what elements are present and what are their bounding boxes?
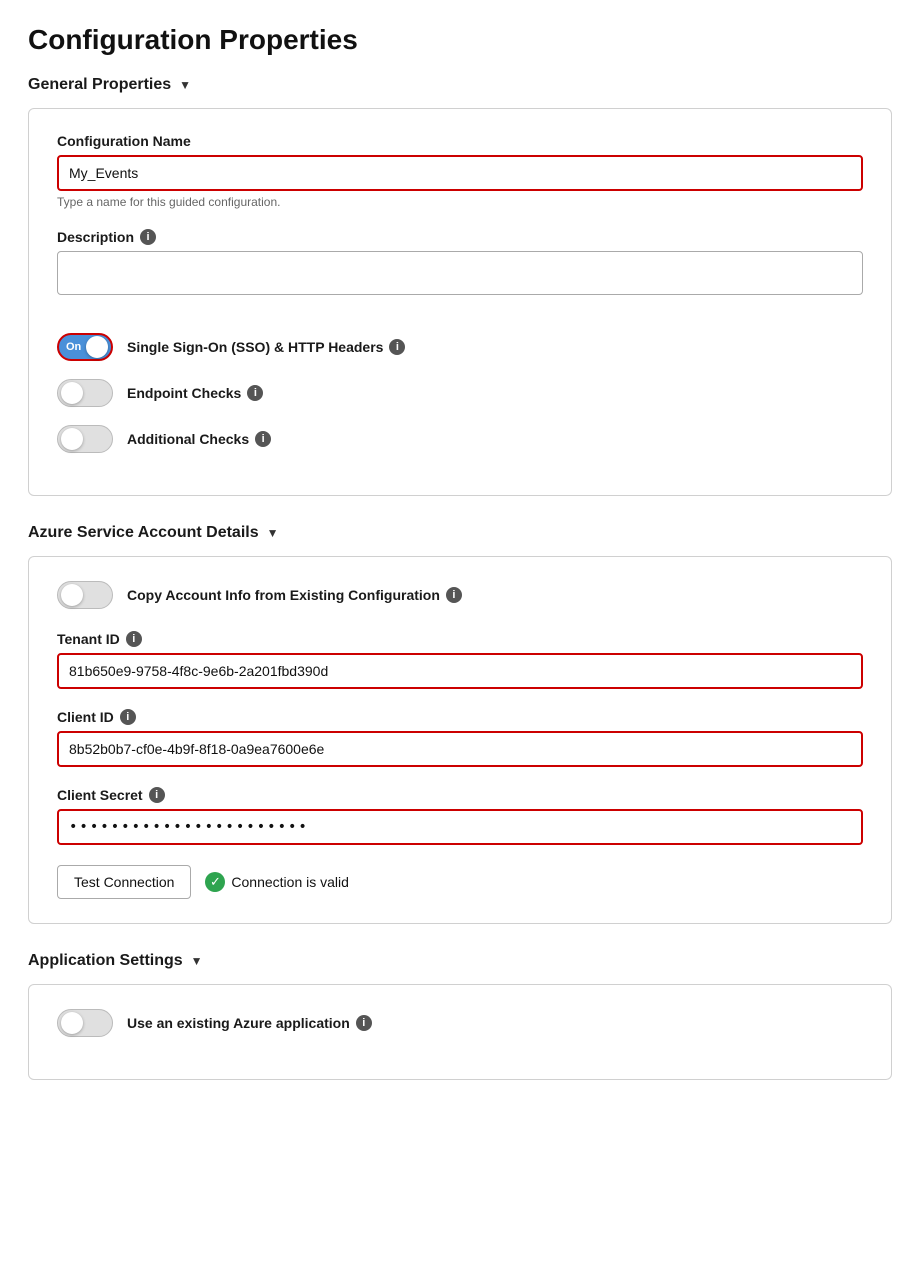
use-existing-toggle[interactable] bbox=[57, 1009, 113, 1037]
general-properties-chevron: ▼ bbox=[179, 78, 191, 92]
config-name-input-wrapper bbox=[57, 155, 863, 191]
azure-section-chevron: ▼ bbox=[267, 526, 279, 540]
sso-label: Single Sign-On (SSO) & HTTP Headers i bbox=[127, 339, 405, 355]
test-connection-row: Test Connection ✓ Connection is valid bbox=[57, 865, 863, 899]
client-secret-input[interactable] bbox=[57, 809, 863, 845]
client-secret-label: Client Secret i bbox=[57, 787, 863, 803]
application-settings-card: Use an existing Azure application i bbox=[28, 984, 892, 1080]
test-connection-button[interactable]: Test Connection bbox=[57, 865, 191, 899]
tenant-id-block: Tenant ID i bbox=[57, 631, 863, 689]
config-name-block: Configuration Name Type a name for this … bbox=[57, 133, 863, 209]
connection-valid-icon: ✓ bbox=[205, 872, 225, 892]
client-id-label: Client ID i bbox=[57, 709, 863, 725]
endpoint-checks-knob bbox=[61, 382, 83, 404]
copy-account-knob bbox=[61, 584, 83, 606]
copy-account-toggle[interactable] bbox=[57, 581, 113, 609]
connection-status-text: Connection is valid bbox=[231, 874, 349, 890]
tenant-id-info-icon: i bbox=[126, 631, 142, 647]
endpoint-checks-info-icon: i bbox=[247, 385, 263, 401]
general-properties-label: General Properties bbox=[28, 76, 171, 94]
app-settings-chevron: ▼ bbox=[191, 954, 203, 968]
endpoint-checks-toggle[interactable] bbox=[57, 379, 113, 407]
copy-account-label: Copy Account Info from Existing Configur… bbox=[127, 587, 462, 603]
client-id-block: Client ID i bbox=[57, 709, 863, 767]
app-settings-section-header[interactable]: Application Settings ▼ bbox=[28, 952, 892, 970]
tenant-id-input[interactable] bbox=[57, 653, 863, 689]
use-existing-label: Use an existing Azure application i bbox=[127, 1015, 372, 1031]
sso-toggle-row: On Single Sign-On (SSO) & HTTP Headers i bbox=[57, 333, 863, 361]
client-id-input[interactable] bbox=[57, 731, 863, 767]
description-input[interactable] bbox=[57, 251, 863, 295]
use-existing-knob bbox=[61, 1012, 83, 1034]
client-secret-block: Client Secret i bbox=[57, 787, 863, 845]
sso-info-icon: i bbox=[389, 339, 405, 355]
sso-toggle-knob bbox=[86, 336, 108, 358]
additional-checks-toggle[interactable] bbox=[57, 425, 113, 453]
general-properties-section-header[interactable]: General Properties ▼ bbox=[28, 76, 892, 94]
tenant-id-label: Tenant ID i bbox=[57, 631, 863, 647]
azure-section-header[interactable]: Azure Service Account Details ▼ bbox=[28, 524, 892, 542]
azure-section-label: Azure Service Account Details bbox=[28, 524, 259, 542]
use-existing-toggle-row: Use an existing Azure application i bbox=[57, 1009, 863, 1037]
description-info-icon: i bbox=[140, 229, 156, 245]
config-name-hint: Type a name for this guided configuratio… bbox=[57, 195, 863, 209]
endpoint-checks-toggle-row: Endpoint Checks i bbox=[57, 379, 863, 407]
azure-service-card: Copy Account Info from Existing Configur… bbox=[28, 556, 892, 924]
config-name-input[interactable] bbox=[57, 155, 863, 191]
config-name-label: Configuration Name bbox=[57, 133, 863, 149]
description-label: Description i bbox=[57, 229, 863, 245]
page-title: Configuration Properties bbox=[28, 24, 892, 56]
use-existing-info-icon: i bbox=[356, 1015, 372, 1031]
additional-checks-info-icon: i bbox=[255, 431, 271, 447]
app-settings-label: Application Settings bbox=[28, 952, 183, 970]
general-properties-card: Configuration Name Type a name for this … bbox=[28, 108, 892, 496]
endpoint-checks-label: Endpoint Checks i bbox=[127, 385, 263, 401]
sso-toggle-text: On bbox=[66, 341, 81, 353]
additional-checks-label: Additional Checks i bbox=[127, 431, 271, 447]
additional-checks-toggle-row: Additional Checks i bbox=[57, 425, 863, 453]
sso-toggle[interactable]: On bbox=[57, 333, 113, 361]
copy-account-toggle-row: Copy Account Info from Existing Configur… bbox=[57, 581, 863, 609]
client-secret-info-icon: i bbox=[149, 787, 165, 803]
description-block: Description i bbox=[57, 229, 863, 313]
connection-status: ✓ Connection is valid bbox=[205, 872, 349, 892]
client-id-info-icon: i bbox=[120, 709, 136, 725]
copy-account-info-icon: i bbox=[446, 587, 462, 603]
additional-checks-knob bbox=[61, 428, 83, 450]
